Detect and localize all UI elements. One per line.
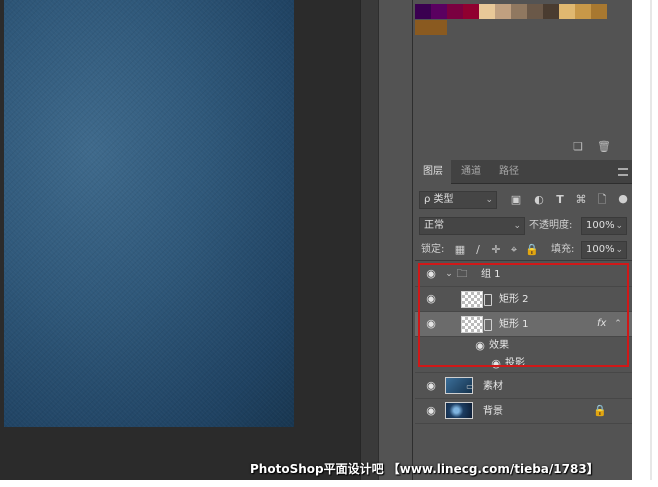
layer-name: 素材: [483, 381, 503, 392]
swatch[interactable]: [543, 4, 559, 19]
tab-layers[interactable]: 图层: [415, 160, 451, 184]
effects-label: 效果: [489, 340, 509, 351]
chevron-up-icon[interactable]: ⌃: [611, 317, 625, 331]
swatch[interactable]: [463, 4, 479, 19]
swatches-panel: [415, 0, 615, 130]
swatch[interactable]: [431, 20, 447, 35]
lock-artboard-icon[interactable]: ⌖: [507, 243, 521, 257]
filter-toggle-icon[interactable]: ●: [616, 192, 630, 206]
layer-row-shape[interactable]: ◉ 矩形 2: [415, 287, 632, 312]
filter-kind-select[interactable]: ρ 类型 ⌄: [419, 191, 497, 209]
blend-mode-value: 正常: [424, 220, 444, 231]
swatch[interactable]: [415, 20, 431, 35]
swatch[interactable]: [559, 4, 575, 19]
layer-row-background[interactable]: ◉ 背景 🔒: [415, 399, 632, 424]
layer-name: 背景: [483, 406, 503, 417]
canvas-workspace[interactable]: [0, 0, 360, 480]
layers-panel: 图层 通道 路径 ρ 类型 ⌄ ▣ ◐ T ⌘ 🗋 ● 正常 ⌄ 不透明度: 1…: [415, 160, 632, 480]
swatch[interactable]: [591, 4, 607, 19]
fill-label: 填充:: [551, 244, 575, 255]
panel-dock-strip: [360, 0, 378, 480]
eye-icon[interactable]: ◉: [473, 339, 487, 353]
lock-row: 锁定: ▦ ∕ ✛ ⌖ 🔒 填充: 100% ⌄: [415, 240, 632, 260]
type-filter-icon[interactable]: T: [553, 193, 567, 207]
opacity-value: 100%: [586, 220, 615, 231]
eye-icon[interactable]: ◉: [424, 317, 438, 331]
layer-name: 矩形 1: [499, 319, 529, 330]
lock-transparent-icon[interactable]: ▦: [453, 243, 467, 257]
layer-row-shape-selected[interactable]: ◉ 矩形 1 fx ⌃: [415, 312, 632, 337]
swatch[interactable]: [479, 4, 495, 19]
layers-tabbar: 图层 通道 路径: [415, 160, 632, 184]
swatch[interactable]: [527, 4, 543, 19]
layer-list: ◉ ⌄ 🗀 组 1 ◉ 矩形 2 ◉ 矩形 1 fx ⌃ ◉ 效果 ◉ 投影 ◉…: [415, 260, 632, 424]
eye-icon[interactable]: ◉: [424, 292, 438, 306]
page-margin-bottom: [0, 480, 658, 487]
drop-shadow-label: 投影: [505, 358, 525, 369]
page-margin-right: [632, 0, 658, 487]
document-canvas[interactable]: [4, 0, 294, 427]
drop-shadow-row[interactable]: ◉ 投影: [415, 355, 632, 373]
tab-paths[interactable]: 路径: [491, 160, 527, 184]
fx-icon[interactable]: fx: [597, 318, 606, 329]
trash-icon[interactable]: 🗑: [597, 140, 611, 154]
swatch[interactable]: [415, 4, 431, 19]
tab-channels[interactable]: 通道: [453, 160, 489, 184]
watermark-text: PhotoShop平面设计吧 【www.linecg.com/tieba/178…: [250, 462, 599, 476]
swatch[interactable]: [495, 4, 511, 19]
vector-mask-icon: [484, 319, 492, 331]
eye-icon[interactable]: ◉: [489, 357, 503, 371]
pixel-filter-icon[interactable]: ▣: [509, 193, 523, 207]
opacity-field[interactable]: 100% ⌄: [581, 217, 627, 235]
scrollbar-track[interactable]: [650, 0, 652, 487]
layer-row-group[interactable]: ◉ ⌄ 🗀 组 1: [415, 262, 632, 287]
lock-brush-icon[interactable]: ∕: [471, 243, 485, 257]
eye-icon[interactable]: ◉: [424, 404, 438, 418]
panel-menu-icon[interactable]: [618, 168, 628, 176]
swatch[interactable]: [575, 4, 591, 19]
layer-thumbnail: [461, 316, 483, 333]
swatch[interactable]: [511, 4, 527, 19]
chevron-down-icon: ⌄: [615, 245, 623, 255]
eye-icon[interactable]: ◉: [424, 267, 438, 281]
blend-row: 正常 ⌄ 不透明度: 100% ⌄: [415, 216, 632, 236]
blend-mode-select[interactable]: 正常 ⌄: [419, 217, 525, 235]
chevron-down-icon[interactable]: ⌄: [442, 267, 456, 281]
opacity-label: 不透明度:: [529, 220, 573, 231]
layer-name: 矩形 2: [499, 294, 529, 305]
shape-filter-icon[interactable]: ⌘: [574, 193, 588, 207]
effects-row[interactable]: ◉ 效果: [415, 337, 632, 355]
eye-icon[interactable]: ◉: [424, 379, 438, 393]
chevron-down-icon: ⌄: [615, 221, 623, 231]
chevron-down-icon: ⌄: [485, 195, 493, 205]
panel-dock-collapsed: [378, 0, 412, 480]
chevron-down-icon: ⌄: [513, 221, 521, 231]
lock-icon[interactable]: 🔒: [593, 404, 607, 418]
lock-all-icon[interactable]: 🔒: [525, 243, 539, 257]
clip-link-icon: ▭: [466, 382, 474, 391]
filter-kind-label: ρ 类型: [424, 194, 454, 205]
layer-thumbnail: [461, 291, 483, 308]
new-swatch-icon[interactable]: ❏: [571, 140, 585, 154]
smart-object-filter-icon[interactable]: 🗋: [595, 193, 609, 207]
layer-filter-row: ρ 类型 ⌄ ▣ ◐ T ⌘ 🗋 ●: [415, 190, 632, 210]
swatch[interactable]: [447, 4, 463, 19]
layer-name: 组 1: [481, 269, 501, 280]
adjustment-filter-icon[interactable]: ◐: [532, 193, 546, 207]
swatch[interactable]: [431, 4, 447, 19]
layer-thumbnail: [445, 402, 473, 419]
folder-icon: 🗀: [456, 267, 468, 280]
fill-value: 100%: [586, 244, 615, 255]
lock-label: 锁定:: [421, 244, 445, 255]
layer-row-photo[interactable]: ◉ ▭ 素材: [415, 374, 632, 399]
fill-field[interactable]: 100% ⌄: [581, 241, 627, 259]
swatch-toolbar: ❏ 🗑: [415, 138, 615, 156]
lock-move-icon[interactable]: ✛: [489, 243, 503, 257]
vector-mask-icon: [484, 294, 492, 306]
